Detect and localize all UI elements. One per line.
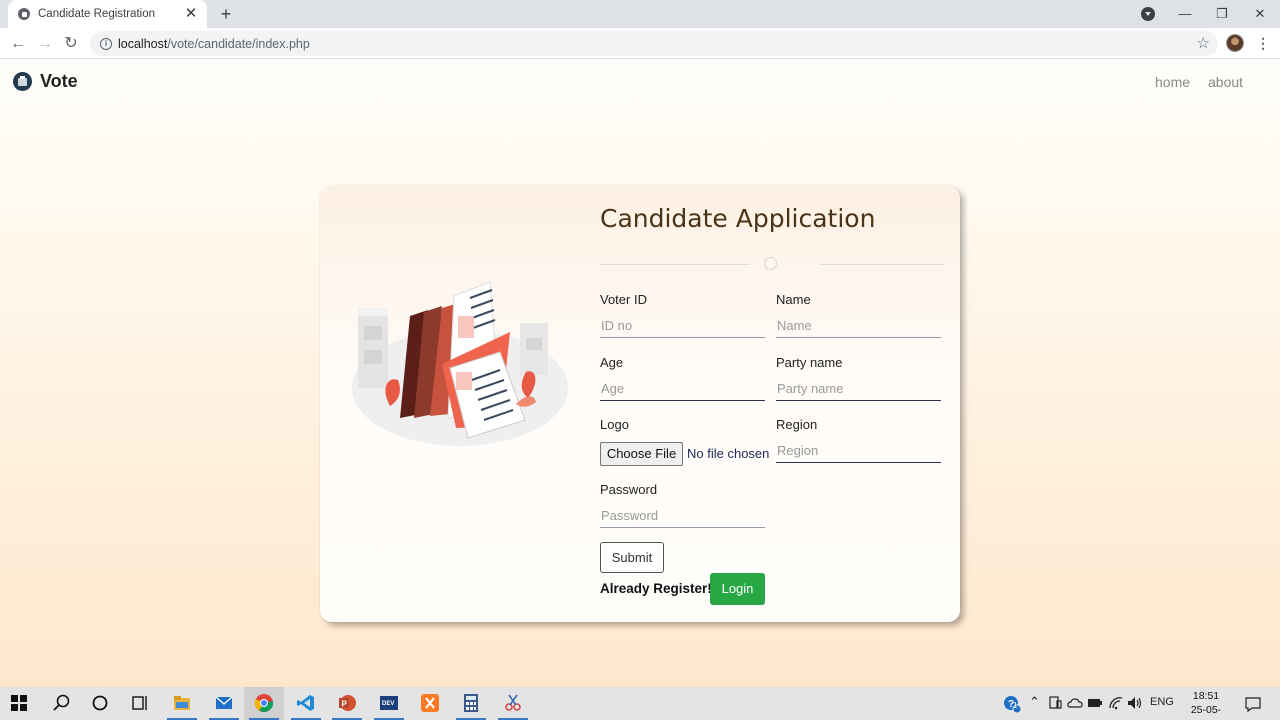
- snipping-tool-icon[interactable]: [503, 693, 523, 713]
- new-tab-button[interactable]: +: [216, 4, 236, 24]
- minimize-button[interactable]: —: [1170, 4, 1200, 24]
- mail-icon[interactable]: [214, 693, 234, 713]
- clock[interactable]: 18:51 25-05-2021: [1180, 689, 1232, 720]
- brand-name: Vote: [40, 71, 78, 91]
- svg-text:DEV: DEV: [382, 701, 394, 707]
- vote-favicon-icon: [18, 8, 30, 20]
- documents-illustration: [352, 281, 568, 446]
- close-window-button[interactable]: ✕: [1245, 4, 1275, 24]
- clock-time: 18:51: [1192, 690, 1220, 702]
- browser-toolbar: ← → ↻ i localhost/vote/candidate/index.p…: [0, 28, 1280, 59]
- logo-label: Logo: [600, 417, 629, 432]
- region-input[interactable]: [776, 439, 941, 463]
- login-button[interactable]: Login: [710, 573, 765, 605]
- svg-text:P: P: [342, 700, 348, 709]
- divider-line: [820, 264, 944, 265]
- site-info-icon[interactable]: i: [100, 37, 112, 50]
- calculator-icon[interactable]: [461, 693, 481, 713]
- region-label: Region: [776, 417, 818, 432]
- chrome-icon[interactable]: [254, 693, 274, 713]
- tab-search-icon[interactable]: [1141, 7, 1155, 21]
- name-label: Name: [776, 292, 811, 307]
- party-name-label: Party name: [776, 355, 843, 370]
- search-icon[interactable]: [52, 693, 72, 713]
- nav-about-link[interactable]: about: [1208, 74, 1243, 90]
- powerpoint-icon[interactable]: P: [337, 693, 357, 713]
- password-input[interactable]: [600, 504, 765, 528]
- url-text: localhost/vote/candidate/index.php: [118, 36, 310, 51]
- party-name-input[interactable]: [776, 377, 941, 401]
- file-explorer-icon[interactable]: [172, 693, 192, 713]
- windows-taskbar: P DEV ? 1 ⌃ ENG 18:51 25-05-2021: [0, 687, 1280, 720]
- action-center-icon[interactable]: [1244, 695, 1262, 713]
- browser-tab[interactable]: Candidate Registration ✕: [8, 0, 207, 28]
- wifi-icon[interactable]: [1108, 696, 1124, 710]
- vscode-icon[interactable]: [296, 693, 316, 713]
- back-icon[interactable]: ←: [7, 33, 29, 55]
- help-icon[interactable]: ?: [1003, 695, 1021, 713]
- application-card: Candidate Application Voter ID Name Age …: [320, 186, 960, 622]
- battery-icon[interactable]: [1087, 697, 1103, 709]
- volume-icon[interactable]: [1127, 696, 1143, 710]
- browser-menu-icon[interactable]: ⋮: [1256, 33, 1270, 53]
- tab-close-icon[interactable]: ✕: [183, 6, 199, 22]
- choose-file-button[interactable]: Choose File: [600, 442, 683, 466]
- reload-icon[interactable]: ↻: [60, 33, 82, 55]
- restore-button[interactable]: ❐: [1207, 4, 1237, 24]
- address-bar[interactable]: i localhost/vote/candidate/index.php ☆: [90, 31, 1218, 56]
- form-title: Candidate Application: [600, 204, 876, 233]
- forward-icon[interactable]: →: [34, 33, 56, 55]
- task-view-icon[interactable]: [130, 693, 150, 713]
- clock-date: 25-05-2021: [1190, 704, 1222, 720]
- windows-start-icon[interactable]: [11, 695, 27, 711]
- voter-id-input[interactable]: [600, 314, 765, 338]
- profile-avatar[interactable]: [1226, 34, 1244, 52]
- voter-id-label: Voter ID: [600, 292, 647, 307]
- browser-tab-strip: Candidate Registration ✕ + — ❐ ✕: [0, 0, 1280, 28]
- file-status-text: No file chosen: [687, 446, 770, 461]
- cortana-icon[interactable]: [90, 693, 110, 713]
- age-label: Age: [600, 355, 624, 370]
- name-input[interactable]: [776, 314, 941, 338]
- show-hidden-icons-icon[interactable]: ⌃: [1029, 694, 1040, 710]
- notification-badge: 1: [1013, 701, 1018, 710]
- divider-line: [600, 264, 750, 265]
- dev-cpp-icon[interactable]: DEV: [379, 693, 399, 713]
- nav-home-link[interactable]: home: [1155, 74, 1190, 90]
- password-label: Password: [600, 482, 658, 497]
- onedrive-cloud-icon[interactable]: [1067, 696, 1083, 710]
- bookmark-star-icon[interactable]: ☆: [1197, 34, 1210, 52]
- site-navbar: Vote home about: [0, 59, 1280, 107]
- ballot-box-logo-icon: [13, 72, 32, 91]
- age-input[interactable]: [600, 377, 765, 401]
- page-viewport: Vote home about Candidate Application Vo…: [0, 59, 1280, 687]
- tab-title: Candidate Registration: [38, 8, 155, 20]
- device-icon[interactable]: [1048, 696, 1062, 710]
- brand[interactable]: Vote: [13, 71, 78, 92]
- already-registered-text: Already Register!: [600, 581, 712, 596]
- submit-button[interactable]: Submit: [600, 542, 664, 573]
- xampp-icon[interactable]: [420, 693, 440, 713]
- divider-circle-icon: [764, 257, 777, 270]
- language-indicator[interactable]: ENG: [1150, 696, 1174, 708]
